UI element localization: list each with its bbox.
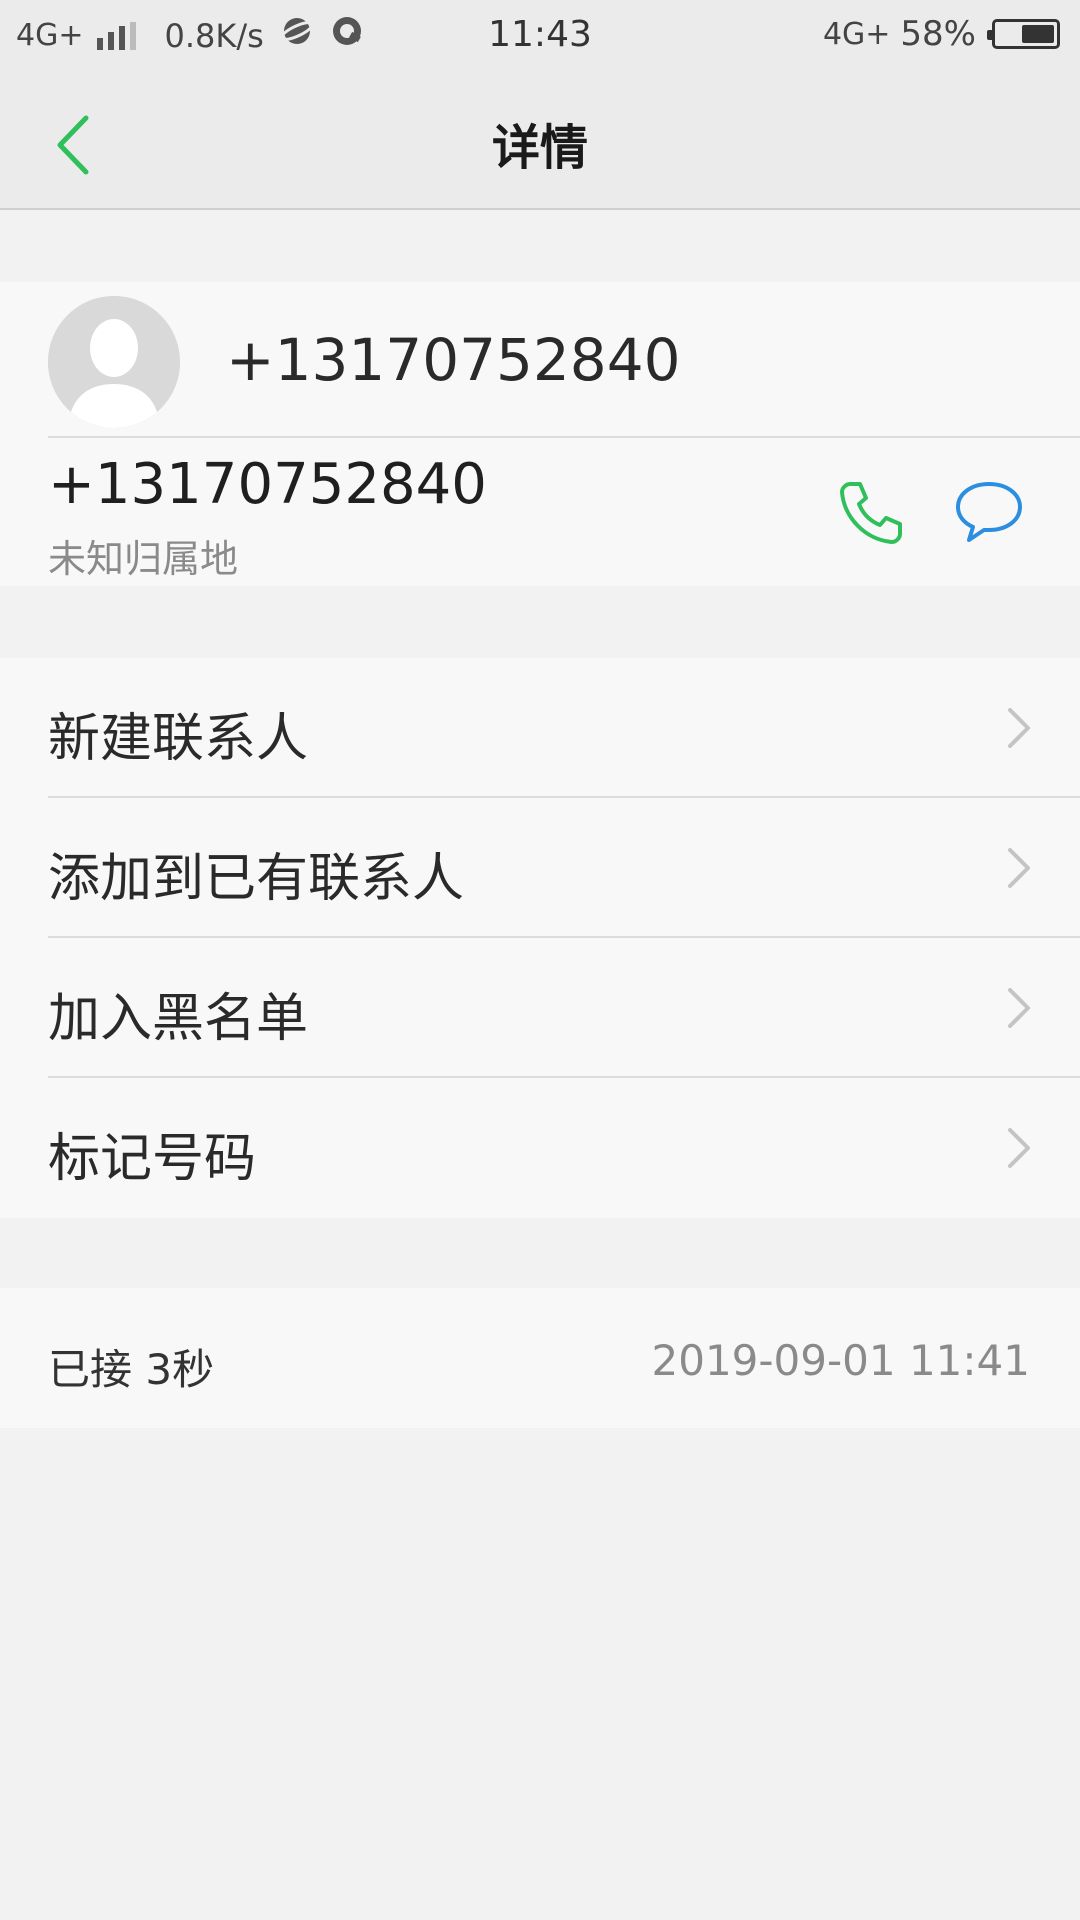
chevron-right-icon [1008,988,1030,1028]
call-status: 已接 3秒 [48,1345,215,1394]
phone-icon [840,482,902,544]
chevron-right-icon [1008,708,1030,748]
contact-name: +13170752840 [226,326,681,394]
message-bubble-icon [956,482,1022,542]
phone-location: 未知归属地 [48,537,239,581]
battery-fill [1021,25,1054,43]
new-contact-item[interactable]: 新建联系人 [0,658,1080,798]
status-right: 4G+ 58% [823,14,1060,54]
chevron-right-icon [1008,1128,1030,1168]
contact-card: +13170752840 +13170752840 未知归属地 [0,282,1080,586]
chevron-right-icon [1008,848,1030,888]
action-list: 新建联系人 添加到已有联系人 加入黑名单 标记号码 [0,658,1080,1218]
add-to-existing-contact-item[interactable]: 添加到已有联系人 [0,798,1080,938]
action-label: 新建联系人 [48,709,309,769]
battery-percent: 58% [900,14,976,54]
message-button[interactable] [954,480,1024,544]
divider [48,436,1080,438]
action-label: 加入黑名单 [48,989,309,1049]
avatar[interactable] [48,296,180,428]
action-label: 标记号码 [48,1129,257,1189]
action-label: 添加到已有联系人 [48,849,465,909]
page-title: 详情 [491,120,588,176]
call-button[interactable] [836,478,906,548]
call-datetime: 2019-09-01 11:41 [651,1336,1030,1385]
battery-icon [987,19,1060,49]
header: 详情 [0,74,1080,210]
mark-number-item[interactable]: 标记号码 [0,1078,1080,1218]
phone-number: +13170752840 [48,452,487,517]
person-icon [48,296,180,428]
network-type-right: 4G+ [822,16,891,52]
add-to-blacklist-item[interactable]: 加入黑名单 [0,938,1080,1078]
status-bar: 4G+ 0.8K/s 11:43 4G+ 58% [0,0,1080,74]
call-log-entry: 已接 3秒 2019-09-01 11:41 [0,1288,1080,1428]
